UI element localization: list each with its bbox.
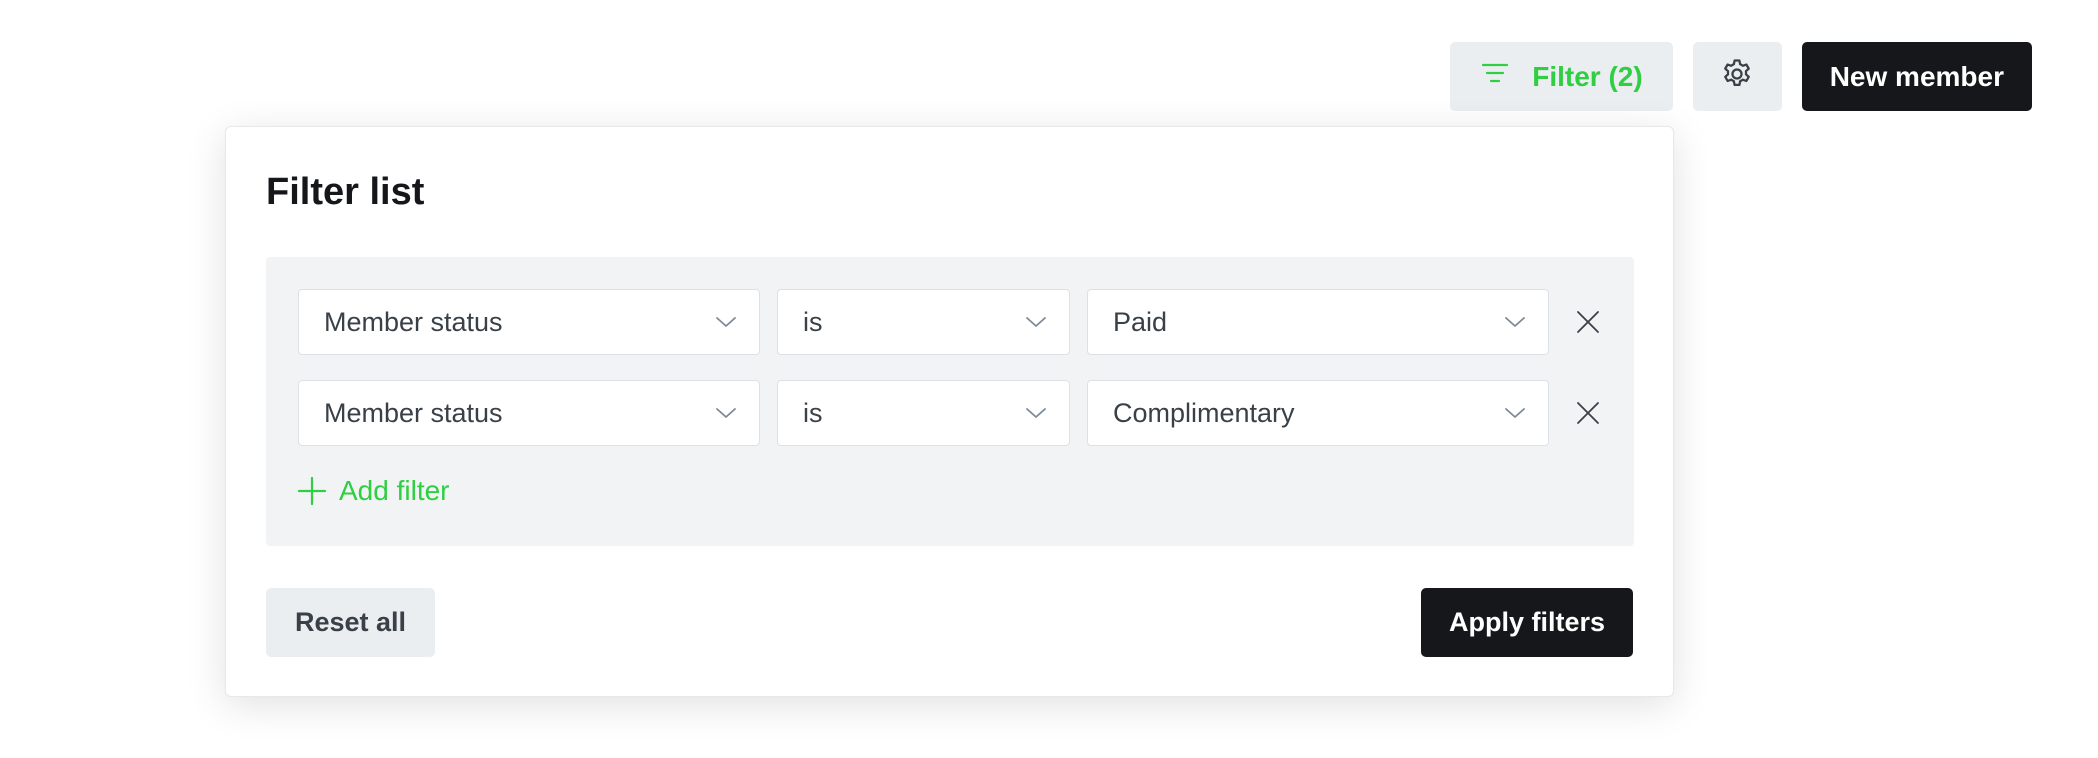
panel-title: Filter list — [266, 171, 425, 213]
chevron-down-icon — [716, 317, 736, 327]
filter-field-select[interactable]: Member status — [298, 380, 760, 446]
chevron-down-icon — [1505, 408, 1525, 418]
filter-field-select[interactable]: Member status — [298, 289, 760, 355]
filter-value-select[interactable]: Complimentary — [1087, 380, 1549, 446]
chevron-down-icon — [716, 408, 736, 418]
filter-operator-value: is — [803, 306, 823, 337]
filter-rows-container: Member status is Paid Member status is C… — [266, 257, 1634, 546]
filter-button[interactable]: Filter (2) — [1450, 42, 1673, 111]
filter-field-value: Member status — [324, 397, 503, 428]
filter-icon — [1480, 58, 1510, 95]
close-icon — [1577, 311, 1599, 333]
filter-field-value: Member status — [324, 306, 503, 337]
filter-panel: Filter list Member status is Paid Member… — [225, 126, 1674, 697]
filter-operator-select[interactable]: is — [777, 380, 1070, 446]
filter-operator-value: is — [803, 397, 823, 428]
add-filter-button[interactable]: Add filter — [297, 475, 450, 507]
chevron-down-icon — [1505, 317, 1525, 327]
reset-all-button[interactable]: Reset all — [266, 588, 436, 657]
toolbar: Filter (2) New member — [1450, 42, 2032, 111]
filter-button-label: Filter (2) — [1532, 60, 1643, 92]
remove-filter-button[interactable] — [1570, 304, 1606, 340]
filter-row: Member status is Paid — [298, 289, 1606, 355]
plus-icon — [297, 476, 327, 506]
close-icon — [1577, 402, 1599, 424]
filter-value-text: Complimentary — [1113, 397, 1295, 428]
filter-value-text: Paid — [1113, 306, 1168, 337]
add-filter-label: Add filter — [339, 475, 450, 506]
remove-filter-button[interactable] — [1570, 395, 1606, 431]
new-member-button[interactable]: New member — [1801, 42, 2032, 111]
apply-filters-button[interactable]: Apply filters — [1420, 588, 1633, 657]
filter-value-select[interactable]: Paid — [1087, 289, 1549, 355]
filter-operator-select[interactable]: is — [777, 289, 1070, 355]
chevron-down-icon — [1026, 317, 1046, 327]
settings-button[interactable] — [1692, 42, 1782, 111]
filter-row: Member status is Complimentary — [298, 380, 1606, 446]
gear-icon — [1720, 57, 1754, 96]
chevron-down-icon — [1026, 408, 1046, 418]
